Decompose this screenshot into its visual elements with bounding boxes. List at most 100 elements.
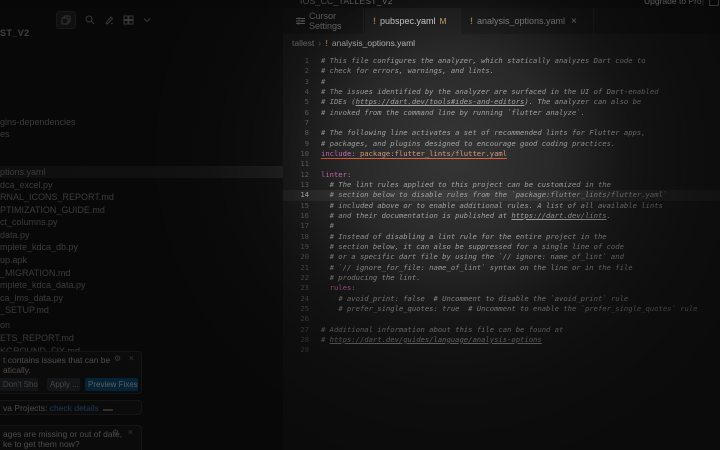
line-number: 24 [283,294,321,304]
tab-cursor-settings[interactable]: Cursor Settings [288,8,364,34]
explorer-file-item[interactable]: gins-dependencies [0,116,76,128]
yaml-file-icon: ! [470,16,473,26]
code-line[interactable]: 12linter: [283,170,720,180]
layout-grid-icon[interactable] [123,15,134,25]
code-line[interactable]: 9# packages, and plugins designed to enc… [283,139,720,149]
explorer-file-item[interactable]: mplete_kdca_data.py [0,279,86,291]
layout-panel-icon[interactable] [709,0,719,6]
code-line[interactable]: 13 # The lint rules applied to this proj… [283,180,720,190]
tab-analysis-options-yaml[interactable]: ! analysis_options.yaml × [462,8,594,34]
token [321,180,330,189]
line-number: 19 [283,242,321,252]
apply-button[interactable]: Apply ... [47,378,80,391]
code-line[interactable]: 26 [283,314,720,324]
tab-label: Cursor Settings [309,11,355,31]
code-line[interactable]: 23 rules: [283,283,720,293]
line-text: # Instead of disabling a lint rule for t… [321,232,607,242]
code-line[interactable]: 22 # producing the lint. [283,273,720,283]
explorer-file-item[interactable]: es [0,128,10,140]
token [321,190,330,199]
code-line[interactable]: 24 # avoid_print: false # Uncomment to d… [283,294,720,304]
line-number: 2 [283,66,321,76]
line-number: 27 [283,325,321,335]
edit-pen-icon[interactable] [104,15,114,25]
line-number: 10 [283,149,321,159]
code-line[interactable]: 19 # section below, it can also be suppr… [283,242,720,252]
token: . [607,211,611,220]
line-number: 26 [283,314,321,324]
explorer-file-item[interactable]: RNAL_ICONS_REPORT.md [0,191,114,203]
line-number: 11 [283,159,321,169]
code-line[interactable]: 17 # [283,221,720,231]
code-line[interactable]: 8# The following line activates a set of… [283,128,720,138]
explorer-file-item[interactable]: dca_excel.py [0,179,53,191]
line-text: # avoid_print: false # Uncomment to disa… [321,294,628,304]
explorer-file-item[interactable]: data.py [0,229,30,241]
preview-fixes-button[interactable]: Preview Fixes [85,378,138,391]
line-number: 7 [283,118,321,128]
close-icon[interactable]: × [128,427,133,437]
search-icon[interactable] [85,15,95,25]
code-line[interactable]: 27# Additional information about this fi… [283,325,720,335]
breadcrumb-folder[interactable]: tallest [292,38,314,48]
code-line[interactable]: 2# check for errors, warnings, and lints… [283,66,720,76]
line-text: # This file configures the analyzer, whi… [321,56,646,66]
code-line[interactable]: 11 [283,159,720,169]
explorer-file-item[interactable]: _MIGRATION.md [0,267,70,279]
chevron-down-icon[interactable] [143,17,151,23]
breadcrumb-file[interactable]: analysis_options.yaml [332,38,415,48]
line-number: 8 [283,128,321,138]
close-icon[interactable]: × [571,16,577,27]
tab-pubspec-yaml[interactable]: ! pubspec.yaml M [365,8,461,34]
explorer-file-item[interactable]: mplete_kdca_db.py [0,241,78,253]
explorer-file-item[interactable]: on [0,319,10,331]
code-line[interactable]: 18 # Instead of disabling a lint rule fo… [283,232,720,242]
explorer-file-item[interactable]: _SETUP.md [0,304,49,316]
code-line[interactable]: 10include: package:flutter_lints/flutter… [283,149,720,159]
line-text: # or a specific dart file by using the `… [321,252,624,262]
gear-icon[interactable]: ⚙ [114,354,121,363]
dont-show-button[interactable]: Don't Sho... [0,378,38,391]
code-line[interactable]: 29 [283,345,720,355]
line-number: 5 [283,97,321,107]
line-text: # producing the lint. [321,273,421,283]
yaml-file-icon: ! [325,38,328,48]
line-text: # https://dart.dev/guides/language/analy… [321,335,542,345]
code-line[interactable]: 1# This file configures the analyzer, wh… [283,56,720,66]
code-line[interactable]: 16 # and their documentation is publishe… [283,211,720,221]
close-icon[interactable]: × [129,353,134,363]
code-line[interactable]: 21 # `// ignore_for_file: name_of_lint` … [283,263,720,273]
code-line[interactable]: 20 # or a specific dart file by using th… [283,252,720,262]
token: linter: [321,170,351,179]
token: https://dart.dev/guides/language/analysi… [330,335,542,344]
code-line[interactable]: 25 # prefer_single_quotes: true # Uncomm… [283,304,720,314]
token: # section below, it can also be suppress… [330,242,624,251]
check-details-link[interactable]: check details [50,403,99,413]
code-line[interactable]: 4# The issues identified by the analyzer… [283,87,720,97]
explorer-file-item[interactable]: PTIMIZATION_GUIDE.md [0,204,105,216]
line-text: # prefer_single_quotes: true # Uncomment… [321,304,697,314]
code-line[interactable]: 7 [283,118,720,128]
editor-tab-bar: Cursor Settings ! pubspec.yaml M ! analy… [283,8,720,34]
copy-button[interactable] [56,11,76,29]
explorer-file-item[interactable]: ptions.yaml [0,166,283,178]
code-line[interactable]: 6# invoked from the command line by runn… [283,108,720,118]
token: https://dart.dev/lints [511,211,606,220]
explorer-file-item[interactable]: ca_lms_data.py [0,292,63,304]
token [321,294,338,303]
explorer-file-item[interactable]: ct_columns.py [0,216,58,228]
code-line[interactable]: 3# [283,77,720,87]
token [321,221,330,230]
line-number: 25 [283,304,321,314]
explorer-file-item[interactable]: ETS_REPORT.md [0,332,74,344]
upgrade-to-pro-button[interactable]: Upgrade to Pro [644,0,702,6]
code-line[interactable]: 5# IDEs (https://dart.dev/tools#ides-and… [283,97,720,107]
code-line[interactable]: 14 # section below to disable rules from… [283,190,720,200]
gear-icon[interactable]: ⚙ [112,428,119,437]
token: ). The analyzer can also be [524,97,641,106]
explorer-file-item[interactable]: up.apk [0,254,27,266]
code-line[interactable]: 15 # included above or to enable additio… [283,201,720,211]
code-line[interactable]: 28# https://dart.dev/guides/language/ana… [283,335,720,345]
token: include: [321,149,356,158]
toast-message-line2: atically. [3,365,31,375]
